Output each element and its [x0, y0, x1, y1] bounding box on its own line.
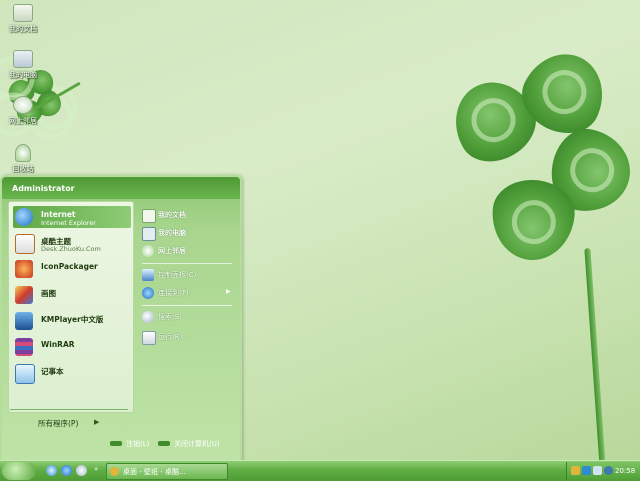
program-iconpackager[interactable]: IconPackager [13, 258, 131, 280]
desktop-icon-my-documents[interactable]: 我的文档 [0, 4, 46, 34]
program-title: KMPlayer中文版 [41, 315, 104, 324]
divider [142, 305, 232, 306]
connect-to-icon [142, 287, 154, 299]
program-subtitle: Internet Explorer [41, 219, 96, 227]
iconpackager-icon [15, 260, 33, 278]
zhuoku-theme-icon [15, 234, 35, 254]
place-label: 我的电脑 [158, 229, 186, 237]
run-icon [142, 331, 156, 345]
taskbar-window-button[interactable]: 桌面 - 壁纸 - 桌酷... [106, 463, 228, 480]
start-menu-footer: 注销(L) 关闭计算机(U) [2, 435, 240, 457]
program-internet-explorer[interactable]: Internet Internet Explorer [13, 206, 131, 228]
desktop-icon-label: 网上邻居 [9, 117, 37, 125]
place-my-documents[interactable]: 我的文档 [140, 207, 236, 223]
browser-icon [110, 467, 119, 476]
logoff-button[interactable]: 注销(L) [110, 439, 160, 451]
network-icon [13, 96, 33, 114]
program-subtitle: Desk.ZhuoKu.Com [41, 245, 101, 253]
place-network[interactable]: 网上邻居 [140, 243, 236, 259]
system-tray: 20:58 [566, 462, 640, 480]
internet-explorer-icon [15, 208, 33, 226]
clock[interactable]: 20:58 [615, 467, 635, 475]
pinned-programs-panel: Internet Internet Explorer 桌酷主题 Desk.Zhu… [8, 201, 134, 413]
program-paint[interactable]: 画图 [13, 284, 131, 306]
shutdown-button[interactable]: 关闭计算机(U) [158, 439, 234, 451]
taskbar-window-label: 桌面 - 壁纸 - 桌酷... [123, 468, 186, 476]
divider [10, 409, 128, 410]
desktop-icon-my-computer[interactable]: 我的电脑 [0, 50, 46, 80]
control-panel-icon [142, 269, 154, 281]
program-title: Internet [41, 210, 76, 219]
desktop-icon-label: 我的电脑 [9, 71, 37, 79]
place-run[interactable]: 运行(R)... [140, 329, 236, 345]
quicklaunch-ie-icon[interactable] [61, 465, 72, 476]
quicklaunch-media-icon[interactable] [76, 465, 87, 476]
my-documents-icon [142, 209, 156, 223]
user-name: Administrator [12, 184, 75, 193]
taskbar: » 桌面 - 壁纸 - 桌酷... 20:58 [0, 460, 640, 481]
place-my-computer[interactable]: 我的电脑 [140, 225, 236, 241]
wallpaper-large-clover [432, 40, 640, 472]
system-places-panel: 我的文档 我的电脑 网上邻居 控制面板(C) 连接到(T) ▶ 搜索(S) 运行… [138, 201, 238, 411]
logoff-label: 注销(L) [126, 440, 150, 448]
program-title: 画图 [41, 289, 56, 298]
kmplayer-icon [15, 312, 33, 330]
place-label: 搜索(S) [158, 313, 182, 321]
my-network-icon [142, 245, 154, 257]
program-kmplayer[interactable]: KMPlayer中文版 [13, 310, 131, 332]
clover-stem [584, 248, 606, 468]
shutdown-label: 关闭计算机(U) [174, 440, 220, 448]
recycle-bin-icon [15, 144, 31, 162]
volume-icon[interactable] [593, 466, 602, 475]
notepad-icon [15, 364, 35, 384]
place-label: 我的文档 [158, 211, 186, 219]
program-notepad[interactable]: 记事本 [13, 362, 131, 384]
divider [142, 263, 232, 264]
start-button[interactable] [2, 462, 36, 480]
start-menu-header: Administrator [2, 177, 240, 199]
place-label: 连接到(T) [158, 289, 189, 297]
power-icon [158, 441, 170, 446]
place-label: 网上邻居 [158, 247, 186, 255]
triangle-right-icon: ▶ [226, 288, 231, 295]
start-menu: Administrator Internet Internet Explorer… [0, 175, 242, 462]
logoff-icon [110, 441, 122, 446]
all-programs-button[interactable]: 所有程序(P) [38, 418, 78, 429]
place-search[interactable]: 搜索(S) [140, 309, 236, 325]
place-connect-to[interactable]: 连接到(T) ▶ [140, 285, 236, 301]
desktop-icon-network[interactable]: 网上邻居 [0, 96, 46, 126]
triangle-right-icon: ▶ [94, 418, 100, 426]
program-title: WinRAR [41, 340, 75, 349]
program-winrar[interactable]: WinRAR [13, 336, 131, 358]
program-title: 记事本 [41, 367, 64, 376]
place-control-panel[interactable]: 控制面板(C) [140, 267, 236, 283]
desktop-icon-label: 我的文档 [9, 25, 37, 33]
place-label: 运行(R)... [158, 333, 190, 341]
desktop-icon-recycle-bin[interactable]: 回收站 [0, 144, 46, 174]
search-icon [142, 311, 154, 323]
chevron-right-icon[interactable]: » [94, 465, 98, 473]
antivirus-icon[interactable] [604, 466, 613, 475]
winrar-icon [15, 338, 33, 356]
network-status-icon[interactable] [582, 466, 591, 475]
place-label: 控制面板(C) [158, 271, 197, 279]
desktop-icon-label: 回收站 [12, 165, 34, 173]
program-zhuoku-theme[interactable]: 桌酷主题 Desk.ZhuoKu.Com [13, 232, 131, 254]
program-title: IconPackager [41, 262, 98, 271]
documents-folder-icon [13, 4, 33, 22]
paint-icon [15, 286, 33, 304]
quicklaunch-desktop-icon[interactable] [46, 465, 57, 476]
my-computer-icon [142, 227, 156, 241]
qq-icon[interactable] [571, 466, 580, 475]
computer-icon [13, 50, 33, 68]
